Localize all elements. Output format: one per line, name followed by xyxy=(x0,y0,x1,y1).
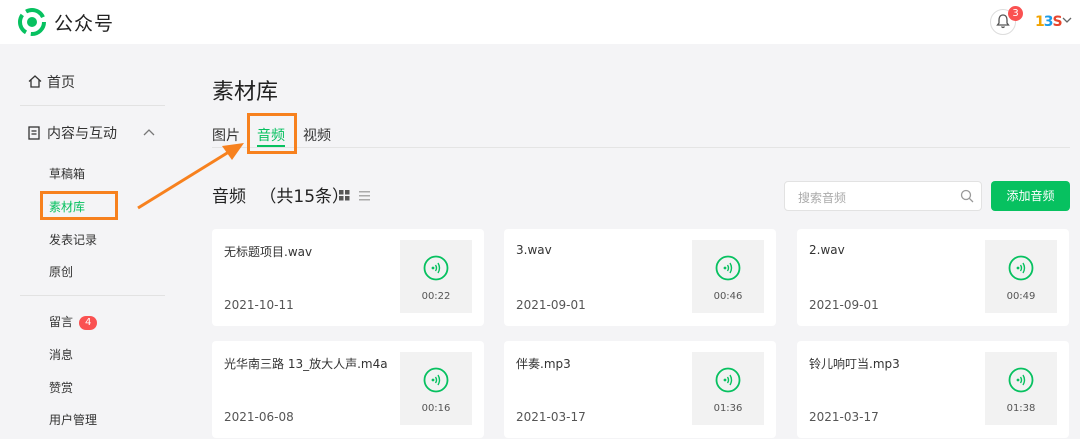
audio-play-icon[interactable] xyxy=(715,255,741,281)
section-title: 音频 xyxy=(212,187,246,207)
sidebar-item-user-management[interactable]: 用户管理 xyxy=(49,411,97,428)
sidebar-item-rewards[interactable]: 赞赏 xyxy=(49,379,73,396)
tab-video[interactable]: 视频 xyxy=(303,125,331,145)
sidebar: 首页 内容与互动 草稿箱 素材库 发表记录 原创 留言 4 消息 赞赏 用户管理 xyxy=(0,44,185,439)
audio-name: 伴奏.mp3 xyxy=(516,357,571,371)
sidebar-group-content[interactable]: 内容与互动 xyxy=(28,123,117,143)
audio-play-icon[interactable] xyxy=(1008,255,1034,281)
audio-duration: 01:38 xyxy=(1006,403,1036,414)
audio-date: 2021-06-08 xyxy=(224,410,294,424)
top-bar: 公众号 3 13S xyxy=(0,0,1080,44)
sidebar-divider xyxy=(20,105,165,106)
sidebar-item-messages[interactable]: 消息 xyxy=(49,346,73,363)
audio-card[interactable]: 伴奏.mp3 2021-03-17 01:36 xyxy=(504,341,776,438)
avatar-char-2: 3 xyxy=(1043,14,1054,30)
audio-card[interactable]: 铃儿响叮当.mp3 2021-03-17 01:38 xyxy=(797,341,1069,438)
audio-date: 2021-09-01 xyxy=(516,298,586,312)
audio-date: 2021-10-11 xyxy=(224,298,294,312)
audio-date: 2021-03-17 xyxy=(516,410,586,424)
annotation-highlight-sidebar xyxy=(40,191,118,220)
audio-name: 光华南三路 13_放大人声.m4a xyxy=(224,357,388,371)
audio-play-icon[interactable] xyxy=(423,367,449,393)
home-icon xyxy=(28,75,42,88)
audio-card[interactable]: 2.wav 2021-09-01 00:49 xyxy=(797,229,1069,326)
avatar-char-1: 1 xyxy=(1035,14,1045,30)
audio-date: 2021-03-17 xyxy=(809,410,879,424)
view-toggle xyxy=(339,186,371,205)
audio-name: 2.wav xyxy=(809,243,845,257)
notification-badge: 3 xyxy=(1008,6,1023,21)
sidebar-item-home[interactable]: 首页 xyxy=(28,72,75,92)
audio-duration: 00:49 xyxy=(1006,291,1036,302)
audio-thumbnail[interactable]: 00:22 xyxy=(400,240,472,313)
sidebar-item-original[interactable]: 原创 xyxy=(49,263,73,280)
section-count: （共15条） xyxy=(259,187,350,207)
document-icon xyxy=(28,126,40,140)
tabs-divider xyxy=(212,147,1070,148)
audio-duration: 00:16 xyxy=(421,403,451,414)
search-placeholder: 搜索音频 xyxy=(798,191,847,205)
sidebar-item-comments-label: 留言 xyxy=(49,315,74,329)
audio-name: 无标题项目.wav xyxy=(224,245,313,259)
audio-name: 3.wav xyxy=(516,243,552,257)
comments-badge: 4 xyxy=(79,316,98,330)
audio-card[interactable]: 无标题项目.wav 2021-10-11 00:22 xyxy=(212,229,484,326)
app-title[interactable]: 公众号 xyxy=(54,9,114,36)
audio-thumbnail[interactable]: 00:46 xyxy=(692,240,764,313)
section-header: 音频 （共15条） xyxy=(212,182,349,207)
sidebar-item-home-label: 首页 xyxy=(47,75,75,91)
sidebar-divider xyxy=(20,295,165,296)
audio-name: 铃儿响叮当.mp3 xyxy=(809,357,900,371)
audio-thumbnail[interactable]: 01:36 xyxy=(692,352,764,425)
audio-duration: 00:22 xyxy=(421,291,451,302)
sidebar-item-comments[interactable]: 留言 4 xyxy=(49,313,98,330)
chevron-up-icon[interactable] xyxy=(143,128,155,136)
sidebar-item-drafts[interactable]: 草稿箱 xyxy=(49,165,85,182)
tab-images[interactable]: 图片 xyxy=(212,125,240,145)
audio-play-icon[interactable] xyxy=(423,255,449,281)
search-icon[interactable] xyxy=(960,189,974,203)
audio-card[interactable]: 3.wav 2021-09-01 00:46 xyxy=(504,229,776,326)
avatar-char-3: S xyxy=(1052,14,1063,30)
audio-play-icon[interactable] xyxy=(1008,367,1034,393)
add-audio-button[interactable]: 添加音频 xyxy=(991,181,1070,211)
audio-thumbnail[interactable]: 00:49 xyxy=(985,240,1057,313)
wechat-logo-icon[interactable] xyxy=(18,8,46,36)
audio-thumbnail[interactable]: 01:38 xyxy=(985,352,1057,425)
page-title: 素材库 xyxy=(212,80,279,105)
grid-view-icon[interactable] xyxy=(339,190,350,201)
audio-play-icon[interactable] xyxy=(715,367,741,393)
sidebar-group-content-label: 内容与互动 xyxy=(47,126,117,142)
chevron-down-icon[interactable] xyxy=(1062,17,1072,24)
search-input[interactable]: 搜索音频 xyxy=(784,181,982,211)
audio-date: 2021-09-01 xyxy=(809,298,879,312)
list-view-icon[interactable] xyxy=(359,190,371,201)
audio-card[interactable]: 光华南三路 13_放大人声.m4a 2021-06-08 00:16 xyxy=(212,341,484,438)
audio-duration: 00:46 xyxy=(713,291,743,302)
audio-thumbnail[interactable]: 00:16 xyxy=(400,352,472,425)
avatar[interactable]: 13S xyxy=(1035,14,1063,30)
sidebar-item-publish-history[interactable]: 发表记录 xyxy=(49,231,97,248)
annotation-highlight-tab xyxy=(247,113,297,154)
audio-duration: 01:36 xyxy=(713,403,743,414)
